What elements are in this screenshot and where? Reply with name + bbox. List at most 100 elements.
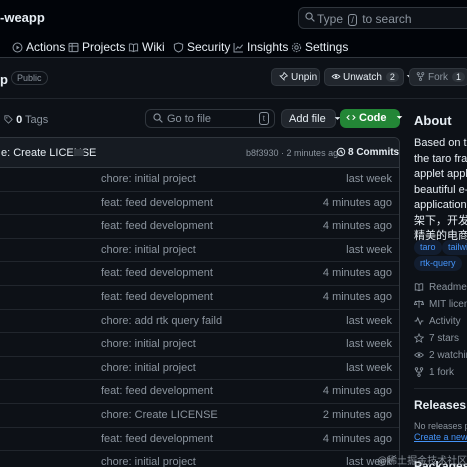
tag-icon: [4, 115, 13, 124]
create-release-link[interactable]: Create a new rele: [414, 432, 467, 442]
row-commit-message[interactable]: chore: initial project: [101, 173, 196, 185]
topic-rtk-query[interactable]: rtk-query: [414, 256, 462, 271]
watching-link[interactable]: 2 watching: [414, 350, 467, 361]
forks-link[interactable]: 1 fork: [414, 367, 454, 378]
search-icon: [153, 113, 163, 126]
row-commit-time: last week: [346, 243, 392, 256]
eye-icon: [331, 74, 341, 79]
releases-heading[interactable]: Releases: [414, 398, 466, 412]
goto-shortcut-key: t: [258, 112, 269, 125]
sidebar-divider: [414, 450, 467, 451]
table-icon: [68, 42, 79, 53]
sidebar-divider: [414, 388, 467, 389]
latest-commit-meta: b8f3930 · 2 minutes ago: [246, 148, 344, 158]
row-commit-message[interactable]: feat: feed development: [101, 220, 213, 232]
table-row[interactable]: feat: feed development 4 minutes ago: [0, 380, 399, 404]
row-commit-time: last week: [346, 361, 392, 374]
table-row[interactable]: chore: initial project last week: [0, 333, 399, 357]
table-row[interactable]: chore: initial project last week: [0, 168, 399, 192]
unwatch-button[interactable]: Unwatch 2: [324, 68, 413, 86]
table-row[interactable]: chore: initial project last week: [0, 451, 399, 467]
license-link[interactable]: MIT licens: [414, 299, 467, 310]
table-row[interactable]: feat: feed development 4 minutes ago: [0, 215, 399, 239]
repo-nav: Actions Projects Wiki Security Insights …: [0, 36, 467, 58]
book-icon: [128, 43, 139, 53]
row-commit-time: 4 minutes ago: [322, 220, 392, 233]
unpin-button[interactable]: Unpin: [271, 68, 320, 86]
row-commit-message[interactable]: chore: Create LICENSE: [101, 409, 218, 421]
no-releases-text: No releases publ: [414, 421, 467, 431]
commit-hash[interactable]: b8f3930: [246, 148, 279, 158]
row-commit-time: 4 minutes ago: [322, 196, 392, 209]
table-row[interactable]: feat: feed development 4 minutes ago: [0, 428, 399, 452]
table-row[interactable]: chore: Create LICENSE 2 minutes ago: [0, 404, 399, 428]
star-icon: [414, 332, 425, 343]
pin-icon: [279, 71, 289, 81]
about-heading: About: [414, 113, 452, 128]
about-sidebar: About Based on the the taro fram applet …: [414, 98, 467, 467]
code-button[interactable]: Code: [340, 109, 402, 128]
tags-link[interactable]: 0 Tags: [4, 114, 48, 126]
search-placeholder: Type / to search: [317, 12, 412, 26]
tab-settings[interactable]: Settings: [291, 40, 348, 54]
table-row[interactable]: feat: feed development 4 minutes ago: [0, 192, 399, 216]
file-table: e: Create LICENSE b8f3930 · 2 minutes ag…: [0, 137, 400, 467]
row-commit-time: 4 minutes ago: [322, 291, 392, 303]
row-commit-time: 4 minutes ago: [322, 267, 392, 280]
header-divider: [0, 98, 467, 99]
fork-button[interactable]: Fork 1: [409, 68, 467, 86]
watch-count: 2: [385, 72, 399, 82]
watermark: @稀土掘金技术社区: [377, 456, 467, 467]
graph-icon: [233, 43, 244, 53]
top-bar: -weapp Type / to search: [0, 0, 467, 36]
code-icon: [346, 114, 356, 121]
search-shortcut-key: /: [348, 14, 357, 26]
table-row[interactable]: chore: add rtk query faild last week: [0, 310, 399, 334]
tab-security[interactable]: Security: [173, 40, 230, 54]
row-commit-message[interactable]: chore: initial project: [101, 338, 196, 350]
chevron-down-icon: [396, 116, 402, 119]
tab-insights[interactable]: Insights: [233, 40, 288, 54]
latest-commit-bar: e: Create LICENSE b8f3930 · 2 minutes ag…: [0, 138, 399, 168]
row-commit-time: last week: [346, 173, 392, 185]
table-row[interactable]: feat: feed development 4 minutes ago: [0, 286, 399, 310]
history-icon: [336, 147, 346, 157]
visibility-badge: Public: [11, 71, 48, 85]
table-row[interactable]: feat: feed development 4 minutes ago: [0, 262, 399, 286]
go-to-file-input[interactable]: Go to file t: [145, 109, 275, 128]
row-commit-message[interactable]: chore: initial project: [101, 456, 196, 467]
table-row[interactable]: chore: initial project last week: [0, 357, 399, 381]
row-commit-message[interactable]: feat: feed development: [101, 433, 213, 445]
row-commit-time: 4 minutes ago: [322, 385, 392, 398]
repo-title[interactable]: -weapp: [0, 10, 45, 25]
fork-icon: [416, 72, 425, 81]
repo-description: Based on the the taro fram applet applic…: [414, 137, 467, 242]
add-file-button[interactable]: Add file: [281, 109, 341, 128]
tab-projects[interactable]: Projects: [68, 40, 125, 54]
row-commit-message[interactable]: feat: feed development: [101, 291, 213, 303]
repo-name[interactable]: p: [0, 72, 8, 87]
tab-actions[interactable]: Actions: [12, 40, 65, 54]
table-row[interactable]: chore: initial project last week: [0, 239, 399, 263]
row-commit-time: 4 minutes ago: [322, 432, 392, 445]
topic-tailwind[interactable]: tailwi: [442, 240, 467, 255]
row-commit-message[interactable]: chore: add rtk query faild: [101, 315, 222, 327]
row-commit-time: last week: [346, 314, 392, 327]
tab-wiki[interactable]: Wiki: [128, 40, 165, 54]
stars-link[interactable]: 7 stars: [414, 332, 459, 344]
row-commit-message[interactable]: feat: feed development: [101, 197, 213, 209]
topic-taro[interactable]: taro: [414, 240, 442, 255]
row-commit-message[interactable]: chore: initial project: [101, 362, 196, 374]
expand-commit-button[interactable]: [74, 149, 84, 156]
pulse-icon: [414, 316, 424, 326]
eye-icon: [414, 352, 424, 358]
activity-link[interactable]: Activity: [414, 316, 461, 327]
law-icon: [414, 300, 425, 308]
fork-icon: [414, 367, 424, 377]
row-commit-message[interactable]: chore: initial project: [101, 244, 196, 256]
search-input[interactable]: Type / to search: [298, 7, 467, 29]
commits-link[interactable]: 8 Commits: [336, 147, 399, 158]
row-commit-message[interactable]: feat: feed development: [101, 267, 213, 279]
readme-link[interactable]: Readme: [414, 282, 467, 293]
row-commit-message[interactable]: feat: feed development: [101, 385, 213, 397]
